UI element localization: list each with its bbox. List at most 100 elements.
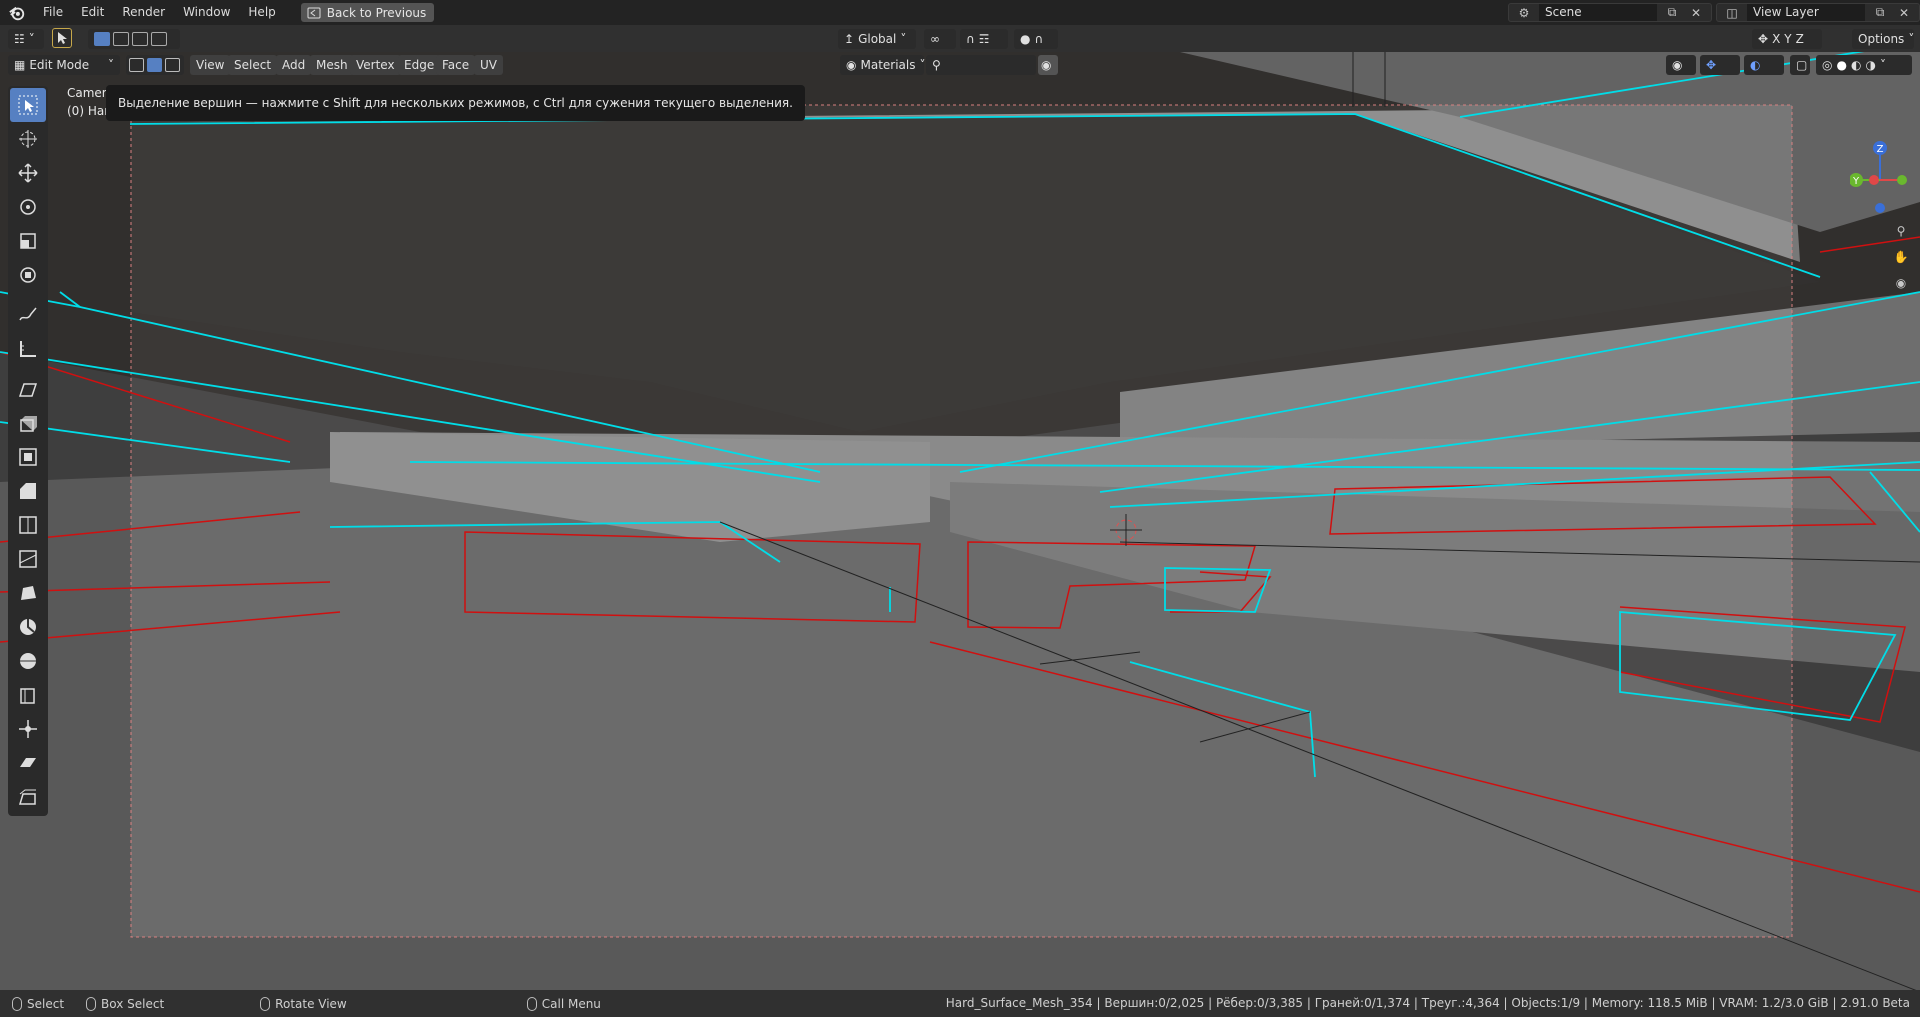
search-field[interactable]: ⚲	[926, 55, 1036, 75]
edge-select-icon[interactable]	[147, 58, 162, 72]
menu-edge[interactable]: Edge	[398, 55, 441, 75]
add-cube-tool[interactable]	[8, 372, 48, 406]
spin-icon	[20, 619, 36, 635]
blender-logo-icon[interactable]	[8, 4, 26, 22]
shrink-icon	[19, 720, 37, 738]
face-select-icon[interactable]	[165, 58, 180, 72]
status-rotate-view-hint: Rotate View	[260, 996, 347, 1011]
select-subtract-icon[interactable]	[132, 32, 148, 46]
poly-build-tool[interactable]	[8, 576, 48, 610]
rip-tool[interactable]	[8, 780, 48, 814]
select-new-icon[interactable]	[94, 32, 110, 46]
edge-slide-tool[interactable]	[8, 678, 48, 712]
status-bar: Select Box Select Rotate View Call Menu …	[0, 990, 1920, 1017]
cursor-tool[interactable]	[8, 122, 48, 156]
menu-window[interactable]: Window	[174, 0, 239, 25]
scene-selector[interactable]: ⚙ Scene ⧉ ✕	[1508, 3, 1712, 22]
zoom-icon[interactable]: ⚲	[1892, 222, 1910, 240]
scale-tool[interactable]	[8, 224, 48, 258]
mode-select[interactable]: ▦ Edit Mode ˅	[8, 55, 120, 75]
visibility-toggle[interactable]: ◉	[1038, 55, 1058, 75]
annotate-tool[interactable]	[8, 298, 48, 332]
select-box-tool[interactable]	[10, 88, 46, 122]
snap-toggle[interactable]: ∩ ☶	[960, 29, 1008, 49]
scene-name-field[interactable]: Scene	[1539, 4, 1657, 21]
rip-icon	[18, 789, 36, 805]
search-icon: ⚲	[932, 58, 941, 72]
proportional-edit-toggle[interactable]: ● ∩	[1014, 29, 1058, 49]
scene-statistics: Hard_Surface_Mesh_354 | Вершин:0/2,025 |…	[945, 996, 1910, 1010]
navigation-gizmo[interactable]: Z Y	[1849, 138, 1910, 218]
inset-tool[interactable]	[8, 440, 48, 474]
menu-face[interactable]: Face	[436, 55, 476, 75]
menu-view[interactable]: View	[190, 55, 231, 75]
new-view-layer-icon[interactable]: ⧉	[1871, 4, 1889, 22]
wireframe-shading-icon[interactable]: ◎	[1822, 58, 1832, 72]
menu-select[interactable]: Select	[228, 55, 278, 75]
select-extend-icon[interactable]	[113, 32, 129, 46]
tool-settings-header: ☷ ˅ ↥ Global ˅ ∞ ∩ ☶ ● ∩ ✥ X Y Z Options ˅	[0, 25, 1920, 52]
axis-x-toggle[interactable]: X	[1772, 32, 1780, 46]
move-tool[interactable]	[8, 156, 48, 190]
camera-view-icon[interactable]: ◉	[1892, 274, 1910, 292]
view-layer-name-field[interactable]: View Layer	[1747, 4, 1865, 21]
editor-type-selector[interactable]: ☷ ˅	[8, 29, 44, 49]
shrink-tool[interactable]	[8, 712, 48, 746]
cursor-icon	[19, 130, 37, 148]
extrude-tool[interactable]	[8, 406, 48, 440]
knife-tool[interactable]	[8, 542, 48, 576]
view-layer-icon: ◫	[1726, 5, 1738, 20]
menu-file[interactable]: File	[34, 0, 72, 25]
options-dropdown[interactable]: Options ˅	[1852, 29, 1914, 49]
spin-tool[interactable]	[8, 610, 48, 644]
mouse-right-icon	[526, 996, 537, 1011]
menu-vertex[interactable]: Vertex	[350, 55, 401, 75]
menu-mesh[interactable]: Mesh	[310, 55, 354, 75]
smooth-tool[interactable]	[8, 644, 48, 678]
remove-scene-icon[interactable]: ✕	[1687, 4, 1705, 22]
active-tool-icon[interactable]	[52, 28, 72, 48]
transform-orientation-select[interactable]: ↥ Global ˅	[838, 29, 916, 49]
select-box-icon	[18, 95, 38, 115]
rendered-shading-icon[interactable]: ◑	[1865, 58, 1875, 72]
knife-icon	[19, 550, 37, 568]
material-shading-icon[interactable]: ◐	[1851, 58, 1861, 72]
tooltip: Выделение вершин — нажмите с Shift для н…	[106, 85, 805, 121]
measure-tool[interactable]	[8, 332, 48, 366]
transform-tool[interactable]	[8, 258, 48, 292]
loop-cut-tool[interactable]	[8, 508, 48, 542]
add-cube-icon	[18, 383, 38, 397]
3d-viewport[interactable]: Camera (0) Har Выделение вершин — нажмит…	[0, 52, 1920, 990]
axis-y-toggle[interactable]: Y	[1784, 32, 1791, 46]
gizmo-toggle[interactable]: ✥	[1700, 55, 1740, 75]
back-to-previous-button[interactable]: Back to Previous	[300, 3, 435, 22]
chevron-down-icon: ˅	[28, 32, 35, 46]
solid-shading-icon[interactable]: ●	[1836, 58, 1846, 72]
bevel-tool[interactable]	[8, 474, 48, 508]
poly-build-icon	[21, 586, 36, 600]
pan-hand-icon[interactable]: ✋	[1892, 248, 1910, 266]
shear-tool[interactable]	[8, 746, 48, 780]
viewport-scene[interactable]	[0, 52, 1920, 990]
vertex-select-icon[interactable]	[129, 58, 144, 72]
menu-uv[interactable]: UV	[474, 55, 503, 75]
object-types-visibility[interactable]: ◉	[1666, 55, 1696, 75]
menu-render[interactable]: Render	[113, 0, 174, 25]
select-invert-icon[interactable]	[151, 32, 167, 46]
axis-gizmo-icon: Z Y	[1849, 141, 1907, 213]
magnet-icon: ∩	[966, 32, 975, 46]
pivot-point-select[interactable]: ∞	[924, 29, 956, 49]
view-layer-selector[interactable]: ◫ View Layer ⧉ ✕	[1716, 3, 1920, 22]
chevron-down-icon[interactable]: ˅	[1880, 58, 1886, 72]
material-filter-select[interactable]: ◉ Materials ˅	[840, 55, 926, 75]
overlays-toggle[interactable]: ◐	[1744, 55, 1784, 75]
axis-z-toggle[interactable]: Z	[1796, 32, 1804, 46]
menu-add[interactable]: Add	[276, 55, 312, 75]
transform-orientation-value: Global	[858, 32, 897, 46]
new-scene-icon[interactable]: ⧉	[1663, 4, 1681, 22]
xray-toggle[interactable]: ▢	[1790, 55, 1810, 75]
menu-help[interactable]: Help	[239, 0, 284, 25]
rotate-tool[interactable]	[8, 190, 48, 224]
menu-edit[interactable]: Edit	[72, 0, 113, 25]
remove-view-layer-icon[interactable]: ✕	[1895, 4, 1913, 22]
